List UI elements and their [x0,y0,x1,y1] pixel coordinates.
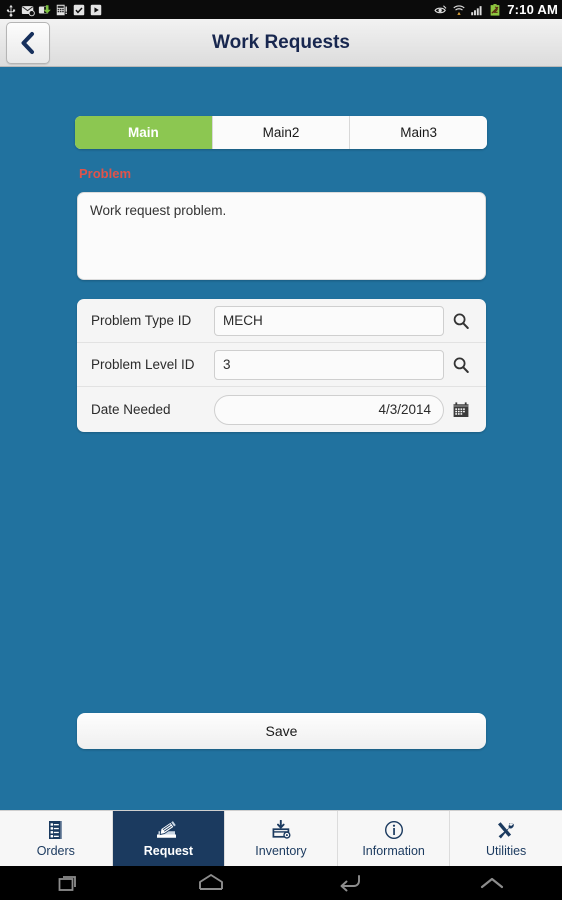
problem-type-input[interactable]: MECH [214,305,444,336]
android-system-nav [0,866,562,900]
bottom-app-nav: Orders Request Inventory Information Uti… [0,810,562,866]
nav-label-orders: Orders [36,843,75,858]
status-bar-right-icons: 7:10 AM [434,2,558,17]
status-bar-clock: 7:10 AM [507,2,558,17]
expand-up-button[interactable] [422,873,562,893]
recents-icon [58,876,77,891]
search-icon [453,313,469,329]
home-button[interactable] [141,872,282,894]
problem-type-label: Problem Type ID [91,313,192,328]
status-bar-left-icons [4,3,103,17]
problem-level-input[interactable]: 3 [214,349,444,380]
back-button-system[interactable] [281,872,422,894]
nav-label-information: Information [362,843,425,858]
home-icon [198,874,223,890]
nav-item-inventory[interactable]: Inventory [225,811,338,866]
field-row-problem-level: Problem Level ID 3 [77,343,486,387]
date-needed-calendar-button[interactable] [444,395,478,425]
date-needed-label: Date Needed [91,402,171,417]
tab-main[interactable]: Main [75,116,212,149]
expand-up-icon [480,877,503,889]
play-store-icon [90,4,102,15]
write-request-icon [155,819,181,840]
info-circle-icon [384,820,404,840]
tab-bar: Main Main2 Main3 [75,116,487,149]
fields-panel: Problem Type ID MECH Problem Level ID 3 … [77,299,486,432]
signal-bars-icon [471,5,482,15]
nav-item-request[interactable]: Request [112,811,226,866]
app-title-bar: Work Requests [0,19,562,67]
battery-icon [490,3,500,16]
eye-icon [434,4,447,13]
search-icon [453,357,469,373]
problem-type-search-button[interactable] [444,306,478,336]
back-button[interactable] [6,21,50,64]
calculator-icon [56,4,67,15]
download-arrow-icon [38,4,51,13]
nav-label-utilities: Utilities [486,843,527,858]
problem-level-label: Problem Level ID [91,357,195,372]
date-needed-input[interactable]: 4/3/2014 [214,394,444,425]
list-document-icon [47,820,65,840]
back-icon [340,875,361,892]
usb-icon [6,4,16,17]
main-content: Main Main2 Main3 Problem Work request pr… [0,67,562,810]
field-row-date-needed: Date Needed 4/3/2014 [77,387,486,432]
box-download-icon [270,819,292,840]
recents-button[interactable] [0,872,141,894]
problem-level-search-button[interactable] [444,350,478,380]
checkbox-icon [73,4,85,15]
problem-textarea[interactable]: Work request problem. [77,192,486,280]
android-status-bar: 7:10 AM [0,0,562,19]
problem-section-label: Problem [79,166,132,181]
nav-item-information[interactable]: Information [338,811,451,866]
page-title: Work Requests [212,31,350,53]
calendar-icon [453,401,469,417]
wifi-icon [453,4,465,15]
email-icon [21,5,35,16]
nav-label-request: Request [143,843,194,858]
nav-label-inventory: Inventory [255,843,307,858]
tools-icon [495,820,517,840]
save-button[interactable]: Save [77,713,486,749]
chevron-left-icon [21,31,34,54]
tab-main3[interactable]: Main3 [349,116,487,149]
field-row-problem-type: Problem Type ID MECH [77,299,486,343]
tab-main2[interactable]: Main2 [211,116,350,149]
nav-item-utilities[interactable]: Utilities [450,811,562,866]
nav-item-orders[interactable]: Orders [0,811,113,866]
